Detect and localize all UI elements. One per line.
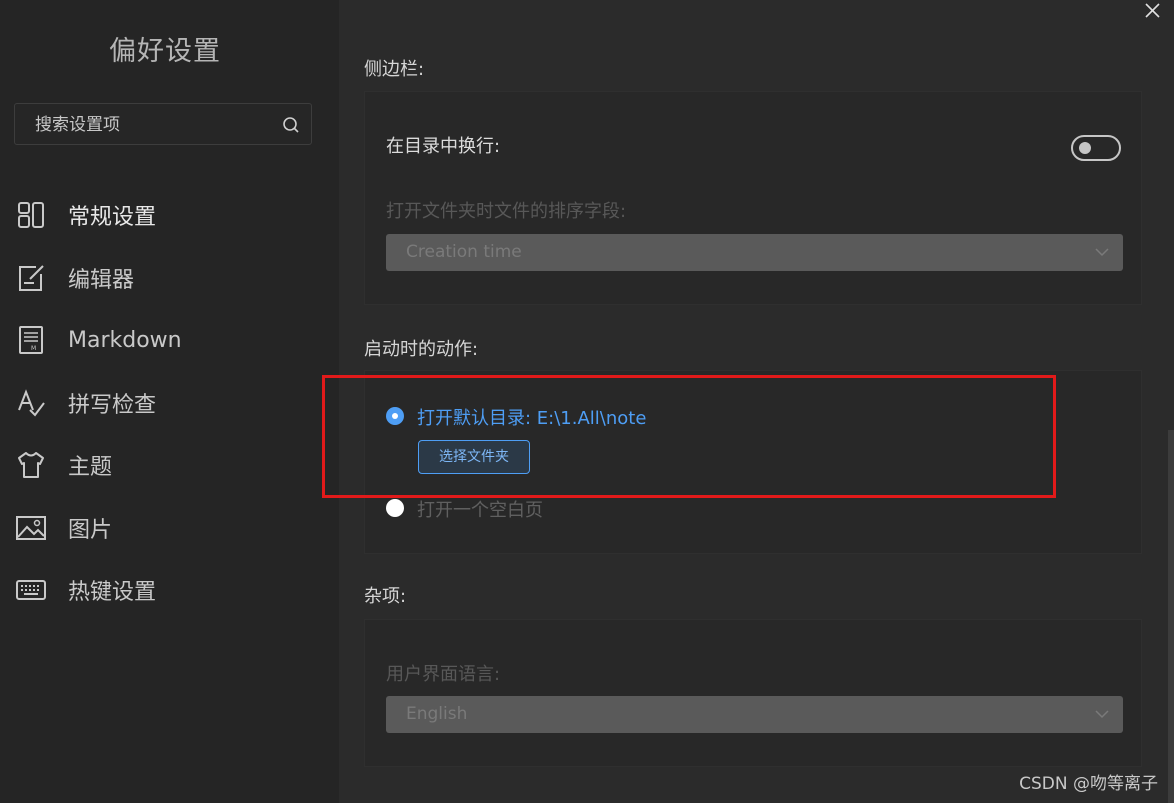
startup-settings-card: 打开默认目录: E:\1.All\note 选择文件夹 打开一个空白页 xyxy=(364,370,1142,554)
scrollbar[interactable] xyxy=(1168,430,1174,803)
toggle-knob xyxy=(1079,142,1091,154)
ui-language-select[interactable]: English xyxy=(386,696,1123,733)
sidebar-title: 偏好设置 xyxy=(109,36,221,67)
sidebar-item-label: 拼写检查 xyxy=(68,392,157,418)
chevron-down-icon xyxy=(1095,710,1109,719)
open-blank-page-label[interactable]: 打开一个空白页 xyxy=(417,496,543,522)
sidebar-item-label: 主题 xyxy=(68,455,113,481)
sidebar-item-label: 热键设置 xyxy=(68,580,157,606)
sidebar-settings-card: 在目录中换行: 打开文件夹时文件的排序字段: Creation time xyxy=(364,91,1142,305)
sidebar-item-spellcheck[interactable]: 拼写检查 xyxy=(0,372,339,435)
sidebar-item-markdown[interactable]: M Markdown xyxy=(0,309,339,372)
sidebar-item-editor[interactable]: 编辑器 xyxy=(0,247,339,310)
shirt-icon xyxy=(14,448,48,482)
section-title-startup: 启动时的动作: xyxy=(364,339,479,360)
edit-icon xyxy=(14,261,48,295)
svg-text:M: M xyxy=(31,345,36,352)
sidebar: 偏好设置 常规设置 xyxy=(0,0,339,803)
layout-grid-icon xyxy=(14,198,48,232)
sort-field-select[interactable]: Creation time xyxy=(386,234,1123,271)
sidebar-nav: 常规设置 编辑器 M Markdown 拼写检查 主题 图片 热键设置 xyxy=(0,184,339,622)
spellcheck-icon xyxy=(14,386,48,420)
section-title-misc: 杂项: xyxy=(364,586,407,607)
wrap-in-directory-label: 在目录中换行: xyxy=(386,136,501,157)
search-icon[interactable] xyxy=(282,116,300,134)
radio-open-blank-page[interactable] xyxy=(386,499,404,517)
choose-folder-button[interactable]: 选择文件夹 xyxy=(418,440,530,474)
settings-panel: 侧边栏: 在目录中换行: 打开文件夹时文件的排序字段: Creation tim… xyxy=(339,0,1174,803)
keyboard-icon xyxy=(14,573,48,607)
chevron-down-icon xyxy=(1095,248,1109,257)
section-title-sidebar: 侧边栏: xyxy=(364,59,425,80)
sort-field-label: 打开文件夹时文件的排序字段: xyxy=(386,201,627,222)
ui-language-label: 用户界面语言: xyxy=(386,664,501,685)
watermark: CSDN @吻等离子 xyxy=(1019,774,1158,794)
search-input[interactable] xyxy=(33,104,277,146)
markdown-doc-icon: M xyxy=(14,323,48,357)
sidebar-item-label: Markdown xyxy=(68,327,182,353)
sidebar-item-label: 常规设置 xyxy=(68,205,157,231)
sort-field-value: Creation time xyxy=(406,242,522,262)
close-icon[interactable] xyxy=(1142,0,1164,22)
image-icon xyxy=(14,511,48,545)
sidebar-item-images[interactable]: 图片 xyxy=(0,497,339,560)
sidebar-item-hotkeys[interactable]: 热键设置 xyxy=(0,559,339,622)
sidebar-item-general[interactable]: 常规设置 xyxy=(0,184,339,247)
misc-settings-card: 用户界面语言: English xyxy=(364,619,1142,767)
sidebar-item-theme[interactable]: 主题 xyxy=(0,434,339,497)
ui-language-value: English xyxy=(406,704,468,724)
radio-open-default-dir[interactable] xyxy=(386,407,404,425)
wrap-in-directory-toggle[interactable] xyxy=(1071,135,1121,161)
search-box[interactable] xyxy=(14,103,312,146)
sidebar-item-label: 图片 xyxy=(68,517,113,543)
sidebar-item-label: 编辑器 xyxy=(68,267,135,293)
open-default-dir-label[interactable]: 打开默认目录: E:\1.All\note xyxy=(417,404,646,430)
